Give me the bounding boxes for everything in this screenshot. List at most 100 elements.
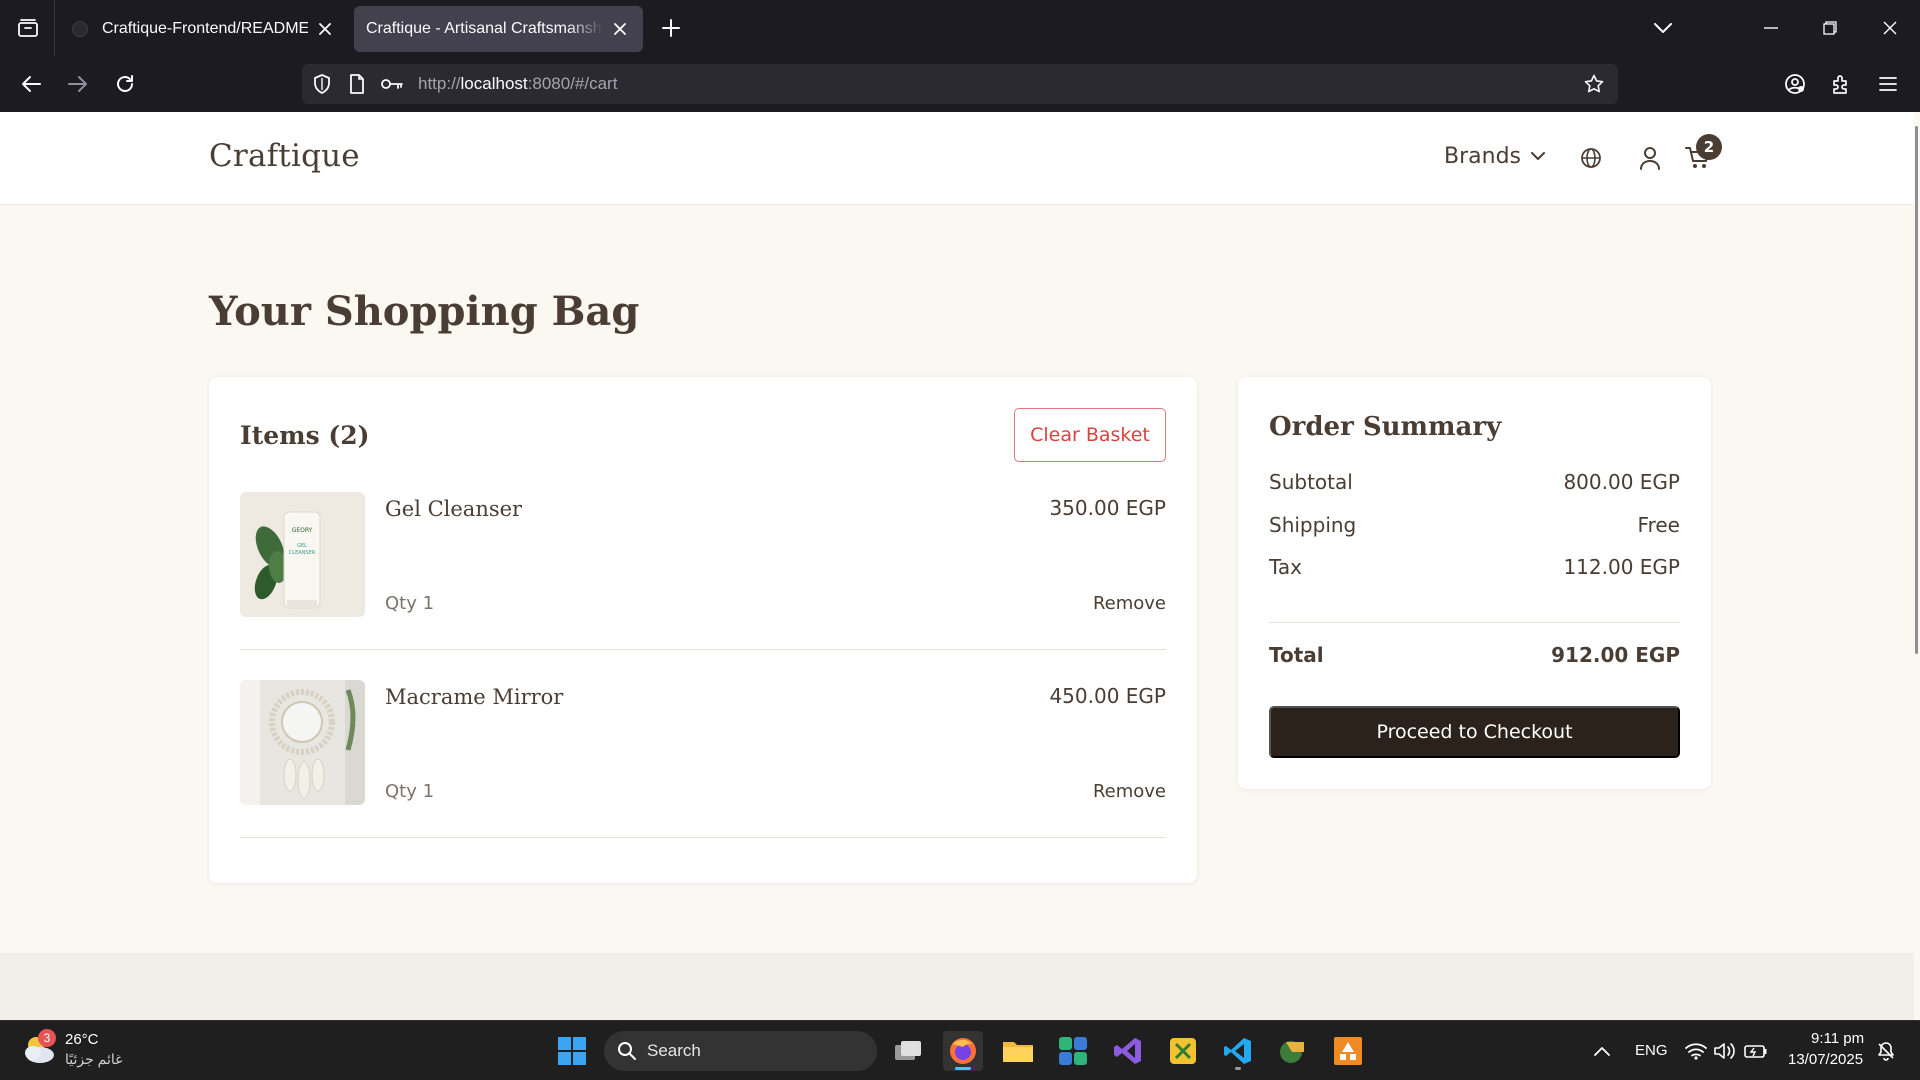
file-explorer-icon[interactable] (998, 1031, 1038, 1071)
page-viewport: Craftique Brands 2 Your Shopping Bag Ite… (0, 112, 1920, 1020)
tab-title: Craftique - Artisanal Craftsmanship for (366, 20, 603, 37)
summary-heading: Order Summary (1269, 412, 1502, 442)
wifi-icon[interactable] (1684, 1039, 1708, 1063)
cart-count-badge: 2 (1696, 134, 1722, 160)
subtotal-label: Subtotal (1269, 470, 1353, 494)
weather-widget[interactable]: 3 26°C غائم جزئيًا (22, 1029, 132, 1073)
windows-taskbar: 3 26°C غائم جزئيًا Search ENG 9:11 pm 13… (0, 1020, 1920, 1080)
remove-item-button[interactable]: Remove (1093, 781, 1166, 802)
item-quantity: Qty 1 (385, 593, 435, 614)
tab-readme[interactable]: Craftique-Frontend/README.md (60, 6, 348, 52)
search-label: Search (647, 1041, 701, 1060)
visual-studio-icon[interactable] (1108, 1031, 1148, 1071)
app-icon-green[interactable] (1053, 1031, 1093, 1071)
cart-item: Macrame Mirror 450.00 EGP Qty 1 Remove (240, 680, 1166, 838)
battery-icon[interactable] (1744, 1039, 1768, 1063)
snipping-tool-icon[interactable] (1163, 1031, 1203, 1071)
subtotal-row: Subtotal 800.00 EGP (1269, 470, 1680, 494)
clear-basket-button[interactable]: Clear Basket (1014, 408, 1166, 462)
chevron-up-icon[interactable] (1590, 1039, 1614, 1063)
bookmark-star-icon[interactable] (1584, 74, 1604, 94)
task-view-icon[interactable] (888, 1031, 928, 1071)
app-icon-orange[interactable] (1328, 1031, 1368, 1071)
product-brand-text: GEORY (292, 527, 313, 534)
brands-dropdown[interactable]: Brands (1444, 144, 1545, 169)
volume-icon[interactable] (1713, 1039, 1737, 1063)
close-tab-icon[interactable] (609, 18, 631, 40)
brands-label: Brands (1444, 144, 1521, 169)
tax-label: Tax (1269, 555, 1302, 579)
open-app-indicator (1235, 1067, 1241, 1070)
tax-value: 112.00 EGP (1563, 555, 1680, 579)
vscode-icon[interactable] (1218, 1031, 1258, 1071)
tab-craftique[interactable]: Craftique - Artisanal Craftsmanship for (354, 6, 643, 52)
macrame-mirror-image[interactable] (240, 680, 365, 805)
windows-start-icon[interactable] (552, 1031, 592, 1071)
product-type-text: GEL (297, 543, 307, 549)
tab-title: Craftique-Frontend/README.md (102, 20, 308, 37)
weather-badge: 3 (38, 1029, 56, 1047)
remove-item-button[interactable]: Remove (1093, 593, 1166, 614)
taskbar-search[interactable]: Search (604, 1031, 877, 1071)
search-icon (618, 1042, 636, 1060)
menu-icon[interactable] (1870, 66, 1906, 102)
shipping-label: Shipping (1269, 513, 1357, 537)
close-tab-icon[interactable] (314, 18, 336, 40)
order-summary-card: Order Summary Subtotal 800.00 EGP Shippi… (1238, 377, 1711, 789)
reload-icon[interactable] (107, 66, 143, 102)
page-title: Your Shopping Bag (209, 288, 640, 335)
close-window-icon[interactable] (1870, 8, 1910, 48)
forward-icon[interactable] (60, 66, 96, 102)
globe-icon[interactable] (1575, 142, 1607, 174)
total-value: 912.00 EGP (1551, 643, 1680, 667)
clock-time[interactable]: 9:11 pm (1811, 1030, 1864, 1047)
active-app-indicator (955, 1067, 971, 1070)
address-bar[interactable]: http://localhost:8080/#/cart (302, 64, 1618, 104)
url-text[interactable]: http://localhost:8080/#/cart (418, 74, 617, 94)
tax-row: Tax 112.00 EGP (1269, 555, 1680, 579)
page-footer (0, 953, 1914, 1020)
clock-date[interactable]: 13/07/2025 (1788, 1051, 1863, 1068)
minimize-icon[interactable] (1751, 8, 1791, 48)
weather-temp: 26°C (65, 1031, 99, 1048)
weather-condition: غائم جزئيًا (65, 1051, 123, 1067)
back-icon[interactable] (13, 66, 49, 102)
firefox-icon[interactable] (943, 1031, 983, 1071)
chevron-down-icon (1531, 152, 1545, 161)
language-indicator[interactable]: ENG (1635, 1042, 1668, 1059)
tab-divider (54, 0, 55, 56)
browser-nav-bar: http://localhost:8080/#/cart (0, 56, 1920, 112)
subtotal-value: 800.00 EGP (1563, 470, 1680, 494)
item-quantity: Qty 1 (385, 781, 435, 802)
item-name[interactable]: Macrame Mirror (385, 685, 563, 709)
browser-tab-bar: Craftique-Frontend/README.md Craftique -… (0, 0, 1920, 56)
notification-bell-icon[interactable] (1874, 1039, 1898, 1063)
site-logo[interactable]: Craftique (209, 138, 360, 174)
extensions-icon[interactable] (1823, 66, 1859, 102)
new-tab-icon[interactable] (655, 12, 687, 44)
scrollbar-thumb[interactable] (1915, 126, 1918, 654)
shipping-row: Shipping Free (1269, 513, 1680, 537)
product-type-text: CLEANSER (289, 550, 316, 556)
account-icon[interactable] (1777, 66, 1813, 102)
list-all-tabs-icon[interactable] (1643, 8, 1683, 48)
shipping-value: Free (1637, 513, 1680, 537)
item-price: 350.00 EGP (1049, 496, 1166, 520)
key-icon[interactable] (380, 74, 404, 94)
user-icon[interactable] (1634, 142, 1666, 174)
total-label: Total (1269, 643, 1324, 667)
checkout-button[interactable]: Proceed to Checkout (1269, 706, 1680, 758)
cart-items-card: Items (2) Clear Basket GEORY GEL CLEANSE… (209, 377, 1197, 883)
tab-list-icon[interactable] (10, 10, 46, 46)
app-icon-globe[interactable] (1273, 1031, 1313, 1071)
item-price: 450.00 EGP (1049, 684, 1166, 708)
item-name[interactable]: Gel Cleanser (385, 497, 522, 521)
total-row: Total 912.00 EGP (1269, 643, 1680, 667)
page-scrollbar[interactable] (1914, 112, 1920, 1020)
items-heading: Items (2) (240, 421, 370, 450)
cleanser-tube-image[interactable]: GEORY GEL CLEANSER (240, 492, 365, 617)
restore-icon[interactable] (1810, 8, 1850, 48)
page-icon[interactable] (347, 74, 367, 94)
shield-icon[interactable] (312, 74, 332, 94)
cart-item: GEORY GEL CLEANSER Gel Cleanser 350.00 E… (240, 492, 1166, 650)
